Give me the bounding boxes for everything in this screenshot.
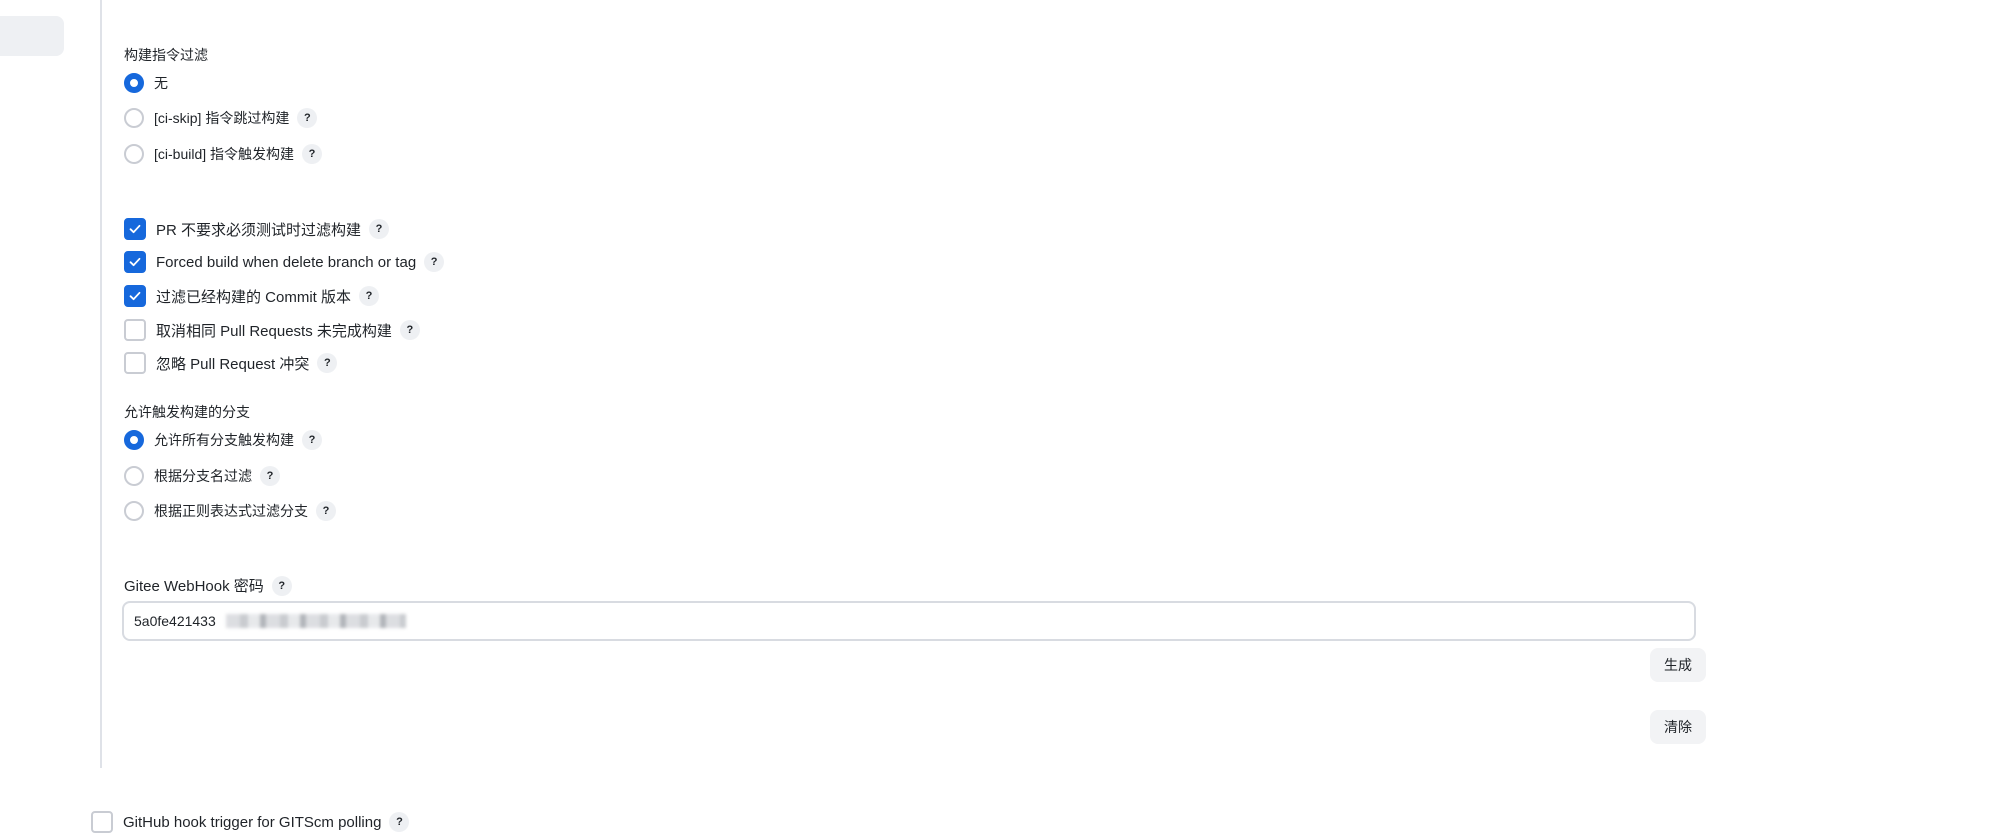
help-icon[interactable]: ? bbox=[317, 353, 338, 373]
radio-branch-all[interactable]: 允许所有分支触发构建 ? bbox=[124, 430, 322, 450]
help-icon[interactable]: ? bbox=[389, 812, 410, 832]
radio-button[interactable] bbox=[124, 144, 144, 164]
check-icon bbox=[129, 291, 141, 301]
section-indent-line bbox=[100, 0, 102, 768]
help-icon[interactable]: ? bbox=[399, 320, 420, 340]
clear-button[interactable]: 清除 bbox=[1650, 710, 1706, 744]
radio-label: [ci-skip] 指令跳过构建 bbox=[154, 110, 290, 126]
radio-branch-regex-filter[interactable]: 根据正则表达式过滤分支 ? bbox=[124, 501, 336, 521]
checkbox[interactable] bbox=[91, 811, 113, 833]
help-icon[interactable]: ? bbox=[316, 501, 336, 521]
radio-label: 允许所有分支触发构建 bbox=[154, 432, 294, 448]
help-icon[interactable]: ? bbox=[260, 466, 280, 486]
help-icon[interactable]: ? bbox=[302, 430, 322, 450]
checkbox-label: PR 不要求必须测试时过滤构建 bbox=[156, 221, 362, 239]
checkbox-label: 忽略 Pull Request 冲突 bbox=[156, 355, 310, 373]
radio-build-filter-none[interactable]: 无 bbox=[124, 73, 168, 93]
checkbox-github-hook-trigger[interactable]: GitHub hook trigger for GITScm polling ? bbox=[91, 811, 410, 833]
webhook-secret-field[interactable] bbox=[122, 601, 1696, 641]
checkbox-label: 取消相同 Pull Requests 未完成构建 bbox=[156, 322, 392, 340]
checkbox-ignore-pr-conflict[interactable]: 忽略 Pull Request 冲突 ? bbox=[124, 352, 338, 374]
radio-build-filter-ci-skip[interactable]: [ci-skip] 指令跳过构建 ? bbox=[124, 108, 318, 128]
checkbox-cancel-same-pr[interactable]: 取消相同 Pull Requests 未完成构建 ? bbox=[124, 319, 420, 341]
checkbox-forced-build[interactable]: Forced build when delete branch or tag ? bbox=[124, 251, 445, 273]
help-icon[interactable]: ? bbox=[424, 252, 445, 272]
webhook-label: Gitee WebHook 密码 bbox=[124, 578, 264, 595]
radio-button[interactable] bbox=[124, 108, 144, 128]
help-icon[interactable]: ? bbox=[271, 575, 292, 596]
sidebar-pill bbox=[0, 16, 64, 56]
help-icon[interactable]: ? bbox=[297, 108, 318, 128]
checkbox-label: GitHub hook trigger for GITScm polling bbox=[123, 813, 382, 831]
generate-button[interactable]: 生成 bbox=[1650, 648, 1706, 682]
checkbox[interactable] bbox=[124, 251, 146, 273]
checkbox[interactable] bbox=[124, 319, 146, 341]
radio-label: 根据正则表达式过滤分支 bbox=[154, 503, 308, 519]
checkbox-filter-built-commit[interactable]: 过滤已经构建的 Commit 版本 ? bbox=[124, 285, 380, 307]
radio-button[interactable] bbox=[124, 430, 144, 450]
build-filter-label: 构建指令过滤 bbox=[124, 47, 208, 63]
radio-button[interactable] bbox=[124, 466, 144, 486]
radio-label: 根据分支名过滤 bbox=[154, 468, 252, 484]
checkbox-label: 过滤已经构建的 Commit 版本 bbox=[156, 288, 352, 306]
redacted-text bbox=[226, 614, 406, 628]
webhook-label-row: Gitee WebHook 密码 ? bbox=[124, 575, 292, 596]
check-icon bbox=[129, 224, 141, 234]
branch-trigger-label: 允许触发构建的分支 bbox=[124, 404, 250, 420]
webhook-secret-input[interactable] bbox=[134, 613, 224, 629]
checkbox[interactable] bbox=[124, 285, 146, 307]
radio-build-filter-ci-build[interactable]: [ci-build] 指令触发构建 ? bbox=[124, 144, 323, 164]
checkbox-label: Forced build when delete branch or tag bbox=[156, 253, 417, 271]
checkbox-pr-skip-test[interactable]: PR 不要求必须测试时过滤构建 ? bbox=[124, 218, 390, 240]
radio-branch-name-filter[interactable]: 根据分支名过滤 ? bbox=[124, 466, 280, 486]
check-icon bbox=[129, 257, 141, 267]
radio-label: [ci-build] 指令触发构建 bbox=[154, 146, 295, 162]
radio-button[interactable] bbox=[124, 73, 144, 93]
help-icon[interactable]: ? bbox=[359, 286, 380, 306]
checkbox[interactable] bbox=[124, 352, 146, 374]
help-icon[interactable]: ? bbox=[302, 144, 323, 164]
help-icon[interactable]: ? bbox=[369, 219, 390, 239]
radio-label: 无 bbox=[154, 75, 168, 91]
checkbox[interactable] bbox=[124, 218, 146, 240]
radio-button[interactable] bbox=[124, 501, 144, 521]
